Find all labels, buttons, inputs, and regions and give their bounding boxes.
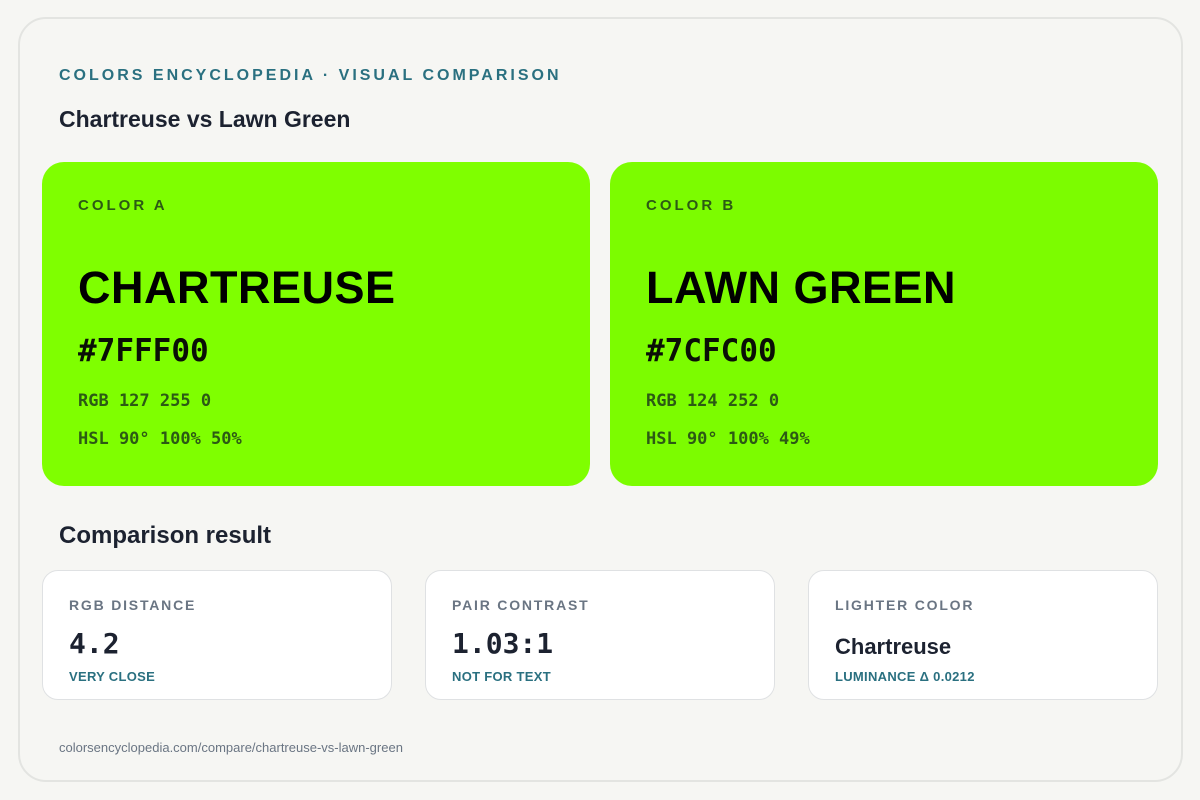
color-b-name: LAWN GREEN xyxy=(646,262,957,313)
comparison-title: Comparison result xyxy=(59,522,272,549)
color-a-hex: #7FFF00 xyxy=(78,333,209,369)
color-b-label: COLOR B xyxy=(646,197,737,214)
color-a-hsl: HSL 90° 100% 50% xyxy=(78,429,242,449)
color-b-rgb: RGB 124 252 0 xyxy=(646,391,780,411)
lighter-color-card: LIGHTER COLOR Chartreuse LUMINANCE Δ 0.0… xyxy=(808,570,1158,700)
page-url-link[interactable]: colorsencyclopedia.com/compare/chartreus… xyxy=(59,740,403,755)
color-a-rgb: RGB 127 255 0 xyxy=(78,391,212,411)
color-b-swatch: COLOR B LAWN GREEN #7CFC00 RGB 124 252 0… xyxy=(610,162,1158,486)
lighter-color-value: Chartreuse xyxy=(835,634,952,659)
color-b-hsl: HSL 90° 100% 49% xyxy=(646,429,810,449)
lighter-color-label: LIGHTER COLOR xyxy=(835,597,975,613)
color-a-name: CHARTREUSE xyxy=(78,262,396,313)
rgb-distance-note: VERY CLOSE xyxy=(69,669,156,684)
pair-contrast-label: PAIR CONTRAST xyxy=(452,597,590,613)
luminance-delta-note: LUMINANCE Δ 0.0212 xyxy=(835,669,975,684)
pair-contrast-card: PAIR CONTRAST 1.03:1 NOT FOR TEXT xyxy=(425,570,775,700)
page-title: Chartreuse vs Lawn Green xyxy=(59,106,351,132)
rgb-distance-card: RGB DISTANCE 4.2 VERY CLOSE xyxy=(42,570,392,700)
color-a-label: COLOR A xyxy=(78,197,168,214)
pair-contrast-value: 1.03:1 xyxy=(452,627,554,660)
site-eyebrow: COLORS ENCYCLOPEDIA · VISUAL COMPARISON xyxy=(59,67,562,84)
color-a-swatch: COLOR A CHARTREUSE #7FFF00 RGB 127 255 0… xyxy=(42,162,590,486)
color-b-hex: #7CFC00 xyxy=(646,333,777,369)
rgb-distance-label: RGB DISTANCE xyxy=(69,597,197,613)
pair-contrast-note: NOT FOR TEXT xyxy=(452,669,551,684)
rgb-distance-value: 4.2 xyxy=(69,627,120,660)
